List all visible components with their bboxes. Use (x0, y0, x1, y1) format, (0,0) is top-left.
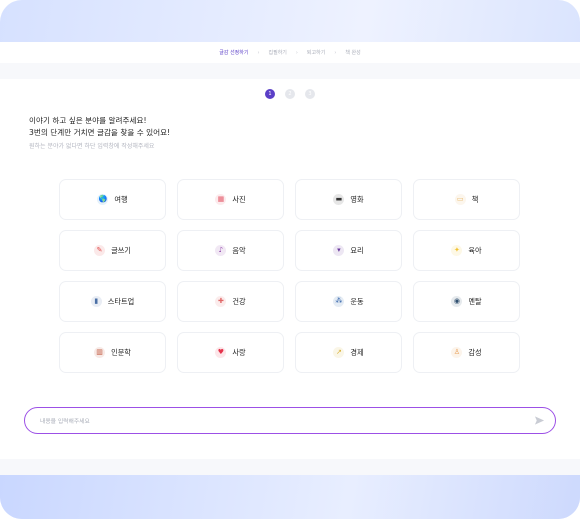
pencil-icon: ✎ (94, 245, 106, 256)
question-line-2: 3번의 단계만 거치면 글감을 찾을 수 있어요! (29, 128, 171, 137)
film-clapper-icon: ▬ (333, 194, 345, 205)
microphone-icon: ♪ (215, 245, 227, 256)
photo-album-icon: ▦ (215, 194, 227, 205)
category-label: 사진 (232, 194, 246, 204)
category-card[interactable]: ♥ 사랑 (177, 332, 284, 373)
footer-strip (0, 459, 580, 475)
breadcrumb-step-1[interactable]: 글감 선정하기 (219, 49, 248, 56)
category-label: 멘탈 (468, 296, 482, 306)
divider-strip (0, 63, 580, 79)
category-card[interactable]: ✚ 건강 (177, 281, 284, 322)
globe-icon: 🌎 (97, 194, 109, 205)
heart-icon: ♥ (215, 347, 227, 358)
step-dot-3: 3 (305, 89, 315, 99)
category-label: 운동 (350, 296, 364, 306)
cocktail-icon: ▾ (333, 245, 345, 256)
category-card[interactable]: ↗ 경제 (295, 332, 402, 373)
bottom-banner (0, 475, 580, 519)
category-card[interactable]: ♪ 음악 (177, 230, 284, 271)
category-label: 책 (471, 194, 479, 204)
question-heading: 이야기 하고 싶은 분야를 알려주세요! 3번의 단계만 거치면 글감을 찾을 … (29, 115, 170, 139)
top-banner (0, 0, 580, 42)
category-label: 글쓰기 (111, 245, 131, 255)
category-label: 여행 (114, 194, 128, 204)
category-card[interactable]: ✦ 육아 (413, 230, 520, 271)
category-card[interactable]: ✎ 글쓰기 (59, 230, 166, 271)
category-label: 요리 (350, 245, 364, 255)
category-label: 사랑 (232, 347, 246, 357)
category-label: 건강 (232, 296, 246, 306)
category-label: 음악 (232, 245, 246, 255)
dumbbell-icon: ⁂ (333, 296, 345, 307)
category-card[interactable]: ▮ 스타트업 (59, 281, 166, 322)
category-label: 경제 (350, 347, 364, 357)
topic-input-bar[interactable]: 내용을 입력해주세요 (24, 407, 556, 434)
person-lotus-icon: ♙ (451, 347, 463, 358)
category-label: 인문학 (111, 347, 131, 357)
category-card[interactable]: 🌎 여행 (59, 179, 166, 220)
question-hint: 원하는 분야가 없다면 하단 입력창에 작성해주세요 (29, 143, 155, 150)
main-panel: 글감 선정하기 › 집필하기 › 퇴고하기 › 책 완성 1 2 3 이야기 하… (0, 42, 580, 475)
category-label: 스타트업 (107, 296, 135, 306)
category-card[interactable]: ◉ 멘탈 (413, 281, 520, 322)
category-grid: 🌎 여행 ▦ 사진 ▬ 영화 ▭ 책 ✎ 글쓰기 ♪ 음악 ▾ 요리 ✦ 육아 ▮ 스타트업 ✚ 건강 ⁂ 운동 ◉ 멘탈 ▥ 인… (59, 179, 520, 373)
topic-input[interactable]: 내용을 입력해주세요 (40, 416, 533, 425)
breadcrumb-separator-icon: › (295, 49, 298, 56)
category-card[interactable]: ▥ 인문학 (59, 332, 166, 373)
chart-up-icon: ↗ (333, 347, 345, 358)
question-line-1: 이야기 하고 싶은 분야를 알려주세요! (29, 116, 147, 125)
category-card[interactable]: ▭ 책 (413, 179, 520, 220)
category-card[interactable]: ▦ 사진 (177, 179, 284, 220)
breadcrumb-step-2[interactable]: 집필하기 (269, 49, 287, 56)
app-frame: 글감 선정하기 › 집필하기 › 퇴고하기 › 책 완성 1 2 3 이야기 하… (0, 0, 580, 519)
step-dot-1: 1 (265, 89, 275, 99)
eye-icon: ◉ (451, 296, 463, 307)
breadcrumb: 글감 선정하기 › 집필하기 › 퇴고하기 › 책 완성 (0, 42, 580, 63)
category-card[interactable]: ⁂ 운동 (295, 281, 402, 322)
building-icon: ▮ (90, 296, 102, 307)
breadcrumb-step-3[interactable]: 퇴고하기 (307, 49, 325, 56)
category-card[interactable]: ▬ 영화 (295, 179, 402, 220)
category-label: 영화 (350, 194, 364, 204)
step-dot-2: 2 (285, 89, 295, 99)
category-label: 육아 (468, 245, 482, 255)
category-label: 감성 (468, 347, 482, 357)
breadcrumb-separator-icon: › (334, 49, 337, 56)
category-card[interactable]: ▾ 요리 (295, 230, 402, 271)
breadcrumb-separator-icon: › (257, 49, 260, 56)
breadcrumb-step-4[interactable]: 책 완성 (345, 49, 360, 56)
book-icon: ▭ (454, 194, 466, 205)
books-icon: ▥ (94, 347, 106, 358)
step-indicator: 1 2 3 (0, 89, 580, 99)
medicine-icon: ✚ (215, 296, 227, 307)
send-icon[interactable] (533, 415, 545, 427)
baby-bottle-icon: ✦ (451, 245, 463, 256)
category-card[interactable]: ♙ 감성 (413, 332, 520, 373)
